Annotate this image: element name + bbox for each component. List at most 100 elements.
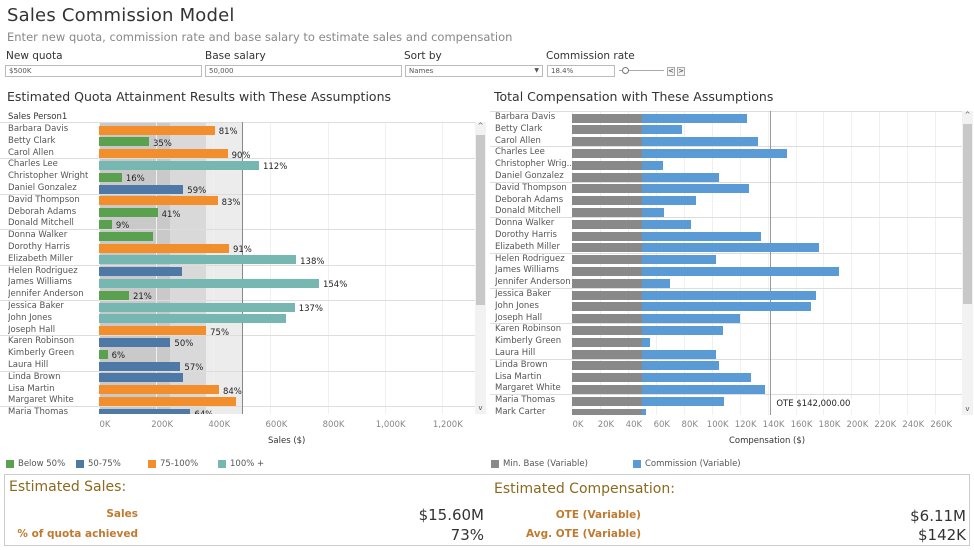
base-bar <box>572 255 642 265</box>
commission-rate-next-button[interactable]: > <box>677 67 685 76</box>
attainment-bar <box>99 208 158 218</box>
base-salary-label: Base salary <box>205 50 266 62</box>
base-bar <box>572 219 642 229</box>
category-label: Deborah Adams <box>8 206 77 217</box>
commission-bar <box>641 302 811 312</box>
category-label: Dorothy Harris <box>8 242 70 252</box>
base-bar <box>572 196 642 206</box>
category-label: Jessica Baker <box>495 289 551 299</box>
category-label: Joseph Hall <box>8 324 56 335</box>
scroll-down-icon[interactable]: v <box>475 404 486 414</box>
commission-bar <box>641 290 817 300</box>
page-title: Sales Commission Model <box>7 5 235 26</box>
base-bar <box>572 184 642 194</box>
category-label: Barbara Davis <box>8 124 69 134</box>
category-label: Donna Walker <box>8 230 68 241</box>
base-bar <box>572 172 642 182</box>
compensation-scrollbar[interactable]: ^ v <box>962 111 973 415</box>
category-label: Maria Thomas <box>8 407 69 414</box>
scroll-down-icon[interactable]: v <box>962 405 973 415</box>
base-salary-input[interactable]: 50,000 <box>205 65 402 77</box>
scroll-up-icon[interactable]: ^ <box>962 111 973 121</box>
legend-swatch <box>6 460 14 468</box>
attainment-bar <box>99 396 237 406</box>
avg-ote-value: $142K <box>917 526 966 544</box>
category-label: Mark Carter <box>495 407 546 415</box>
x-tick-label: 1,000K <box>375 420 406 430</box>
x-tick-label: 0K <box>99 420 111 430</box>
base-bar <box>572 290 642 300</box>
attainment-bar <box>99 231 154 241</box>
commission-bar <box>641 172 719 182</box>
quota-achieved-label: % of quota achieved <box>17 528 138 540</box>
x-tick-label: 800K <box>322 420 345 430</box>
commission-rate-prev-button[interactable]: < <box>667 67 675 76</box>
legend-swatch <box>218 460 226 468</box>
data-label: 64% <box>194 410 213 414</box>
category-label: Daniel Gonzalez <box>495 171 564 181</box>
category-label: Elizabeth Miller <box>495 241 560 252</box>
new-quota-label: New quota <box>6 50 63 62</box>
scroll-up-icon[interactable]: ^ <box>475 122 486 132</box>
category-label: David Thompson <box>495 182 567 193</box>
commission-bar <box>641 113 747 123</box>
legend-item: Below 50% <box>6 459 65 469</box>
chevron-down-icon: ▼ <box>534 67 539 74</box>
data-label: 9% <box>115 221 130 232</box>
legend-swatch <box>148 460 156 468</box>
category-label: Kimberly Green <box>8 348 75 359</box>
avg-ote-label: Avg. OTE (Variable) <box>525 528 641 540</box>
attainment-scrollbar[interactable]: ^ v <box>475 122 486 414</box>
category-label: Donna Walker <box>495 218 555 229</box>
attainment-chart-title: Estimated Quota Attainment Results with … <box>7 89 392 104</box>
x-tick-label: 180K <box>818 420 841 430</box>
x-tick-label: 100K <box>706 420 729 430</box>
base-bar <box>572 148 642 158</box>
commission-bar <box>641 384 765 394</box>
legend-swatch <box>633 460 641 468</box>
scroll-thumb[interactable] <box>476 135 485 305</box>
category-label: Maria Thomas <box>495 395 556 406</box>
legend-item: Min. Base (Variable) <box>491 459 588 469</box>
data-label: 59% <box>187 186 207 196</box>
category-label: Donald Mitchell <box>8 218 74 229</box>
attainment-bar <box>99 326 207 336</box>
commission-bar <box>641 207 665 217</box>
new-quota-input[interactable]: $500K <box>5 65 202 77</box>
x-tick-label: 160K <box>790 420 813 430</box>
data-label: 81% <box>218 127 238 137</box>
commission-rate-input[interactable]: 18.4% <box>547 65 615 77</box>
data-label: 84% <box>222 386 242 397</box>
category-label: Dorothy Harris <box>495 230 557 240</box>
base-bar <box>572 207 642 217</box>
commission-bar <box>641 196 697 206</box>
data-label: 75% <box>210 327 230 338</box>
data-label: 112% <box>262 162 288 173</box>
category-label: Laura Hill <box>495 348 536 358</box>
sales-label: Sales <box>106 508 138 520</box>
category-label: Daniel Gonzalez <box>8 183 77 193</box>
scroll-thumb[interactable] <box>963 124 972 304</box>
category-label: Barbara Davis <box>495 112 556 122</box>
commission-bar <box>641 160 663 170</box>
data-label: 16% <box>125 174 145 185</box>
x-tick-label: 20K <box>597 420 615 430</box>
attainment-bar <box>99 160 259 170</box>
grid-line <box>851 111 853 415</box>
data-label: 154% <box>322 280 348 291</box>
attainment-bar <box>99 302 295 312</box>
category-label: Jennifer Anderson <box>495 277 571 288</box>
commission-rate-slider-thumb[interactable] <box>621 67 629 74</box>
category-label: James Williams <box>8 277 72 288</box>
category-label: Deborah Adams <box>495 194 564 205</box>
compensation-chart: Barbara Davis Betty Clark Carol Allen Charl… <box>490 111 963 415</box>
x-tick-label: 400K <box>208 420 231 430</box>
category-label: James Williams <box>495 265 559 276</box>
commission-bar <box>641 361 719 371</box>
estimated-sales-heading: Estimated Sales: <box>9 479 127 495</box>
category-label: Lisa Martin <box>8 383 55 394</box>
x-tick-label: 80K <box>681 420 698 430</box>
base-bar <box>572 243 642 253</box>
legend-label: Min. Base (Variable) <box>503 459 588 469</box>
sort-by-select[interactable]: Names ▼ <box>405 65 543 77</box>
